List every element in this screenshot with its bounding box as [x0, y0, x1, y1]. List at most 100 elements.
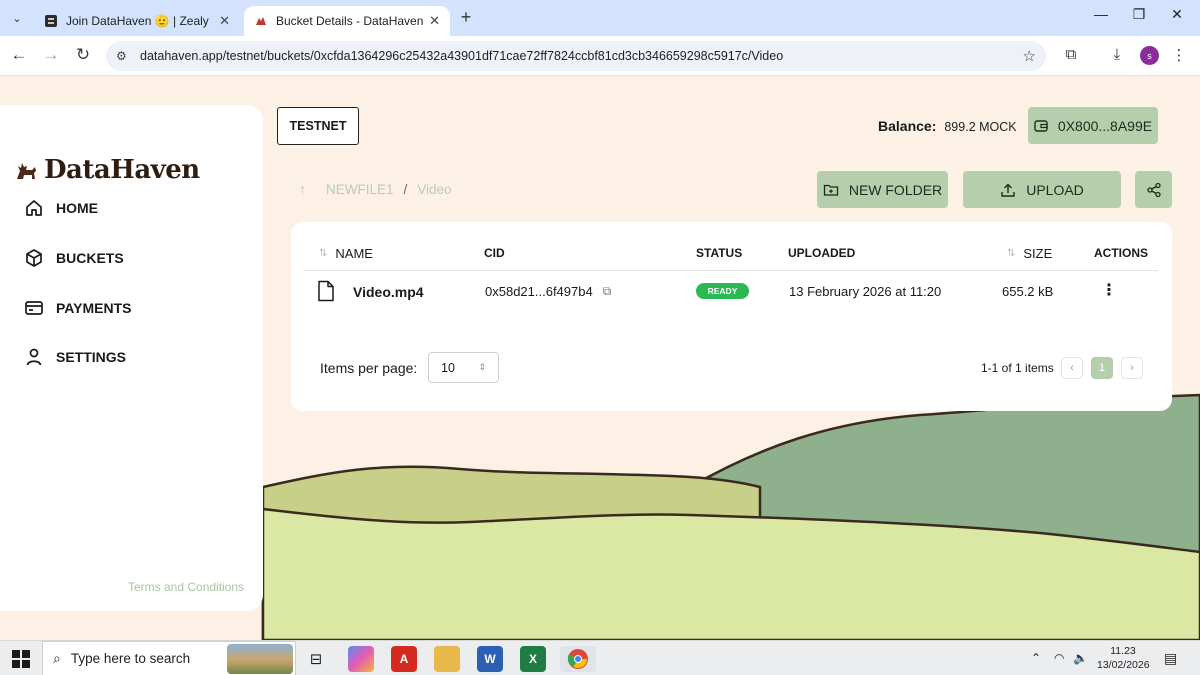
reload-icon[interactable]: ↻ [72, 45, 94, 65]
column-actions: ACTIONS [1094, 246, 1148, 260]
tab-title: Join DataHaven 🫡 | Zealy [66, 14, 209, 28]
items-per-page-label: Items per page: [320, 360, 418, 376]
search-highlight-image [227, 644, 293, 674]
tab-search-chevron-icon[interactable]: ⌄ [6, 7, 28, 29]
pagination-range: 1-1 of 1 items [981, 361, 1054, 375]
minimize-icon[interactable]: — [1086, 6, 1116, 22]
breadcrumb-current: Video [417, 181, 452, 197]
wallet-icon [1034, 119, 1048, 132]
cube-icon [26, 249, 42, 267]
sort-icon[interactable]: ⇅ [319, 248, 327, 259]
url-text[interactable]: datahaven.app/testnet/buckets/0xcfda1364… [140, 49, 1023, 63]
items-per-page-select[interactable]: 10 ⇕ [428, 352, 499, 383]
search-icon: ⌕ [53, 650, 61, 666]
excel-icon[interactable]: X [520, 646, 546, 672]
sidebar: DataHaven HOME BUCKETS PAYMENTS SETTINGS… [0, 105, 263, 611]
share-button[interactable] [1135, 171, 1172, 208]
tab-close-icon[interactable]: ✕ [429, 13, 440, 29]
copilot-icon[interactable] [348, 646, 374, 672]
forward-icon[interactable]: → [40, 45, 62, 65]
breadcrumb-separator: / [403, 181, 408, 197]
home-icon [26, 200, 42, 216]
app-page: DataHaven HOME BUCKETS PAYMENTS SETTINGS… [0, 77, 1200, 640]
notification-icon[interactable]: ▤ [1164, 650, 1177, 667]
chevron-up-icon[interactable]: ⌃ [1031, 651, 1041, 665]
wifi-icon[interactable]: ◠ [1054, 651, 1064, 665]
extensions-icon[interactable]: ⧉ [1060, 46, 1082, 63]
restore-icon[interactable]: ❐ [1124, 6, 1154, 23]
breadcrumb: ↑ NEWFILE1 / Video [299, 181, 452, 197]
taskbar-search[interactable]: ⌕ Type here to search [42, 641, 296, 675]
select-arrows-icon: ⇕ [478, 362, 486, 372]
browser-tab-bar: ⌄ Join DataHaven 🫡 | Zealy ✕ Bucket Deta… [0, 0, 1200, 36]
tab-zealy[interactable]: Join DataHaven 🫡 | Zealy ✕ [34, 6, 240, 36]
network-button[interactable]: TESTNET [277, 107, 359, 145]
close-window-icon[interactable]: ✕ [1162, 6, 1192, 23]
sidebar-item-payments[interactable]: PAYMENTS [24, 298, 131, 318]
sidebar-item-settings[interactable]: SETTINGS [24, 347, 126, 367]
balance-value: 899.2 MOCK [944, 120, 1017, 134]
wallet-address: 0X800...8A99E [1057, 117, 1153, 134]
status-badge: READY [696, 283, 749, 299]
file-uploaded: 13 February 2026 at 11:20 [789, 284, 942, 299]
clock-time: 11.23 [1110, 645, 1136, 657]
task-view-icon[interactable]: ⊟ [303, 646, 329, 672]
page-button-current[interactable]: 1 [1091, 357, 1113, 379]
zealy-favicon-icon [44, 14, 58, 28]
file-name[interactable]: Video.mp4 [353, 284, 424, 300]
bookmark-star-icon[interactable]: ☆ [1023, 47, 1036, 65]
sidebar-item-home[interactable]: HOME [24, 198, 98, 218]
new-tab-icon[interactable]: + [456, 7, 476, 28]
sidebar-item-label: HOME [56, 200, 98, 216]
upload-icon [1001, 183, 1015, 197]
arrow-up-icon[interactable]: ↑ [299, 181, 306, 197]
sidebar-item-label: PAYMENTS [56, 300, 132, 316]
windows-taskbar: ⌕ Type here to search ⊟ A W X ⌃ ◠ 🔈 11.2… [0, 640, 1200, 675]
file-explorer-icon[interactable] [434, 646, 460, 672]
terms-link[interactable]: Terms and Conditions [128, 580, 244, 594]
column-status: STATUS [696, 246, 743, 260]
tab-close-icon[interactable]: ✕ [219, 13, 230, 29]
column-name[interactable]: ⇅ NAME [319, 246, 373, 261]
file-cid: 0x58d21...6f497b4 ⧉ [485, 284, 611, 299]
header-divider [303, 270, 1158, 271]
search-placeholder: Type here to search [70, 651, 191, 666]
browser-menu-icon[interactable]: ⋮ [1168, 46, 1190, 64]
prev-page-button[interactable]: ‹ [1061, 357, 1083, 379]
column-cid: CID [484, 246, 505, 260]
card-icon [25, 301, 43, 315]
sidebar-item-label: SETTINGS [56, 349, 127, 365]
download-icon[interactable]: ⤓ [1106, 46, 1128, 63]
sidebar-item-label: BUCKETS [56, 250, 124, 266]
breadcrumb-parent[interactable]: NEWFILE1 [326, 182, 394, 197]
datahaven-logo[interactable]: DataHaven [14, 155, 200, 185]
acrobat-icon[interactable]: A [391, 646, 417, 672]
more-options-icon[interactable]: ⋮ [1101, 280, 1117, 300]
chrome-icon[interactable] [560, 646, 596, 672]
next-page-button[interactable]: › [1121, 357, 1143, 379]
system-clock[interactable]: 11.23 13/02/2026 [1097, 644, 1150, 672]
balance-label: Balance: [878, 118, 937, 134]
tab-title: Bucket Details - DataHaven App [276, 14, 424, 28]
wallet-button[interactable]: 0X800...8A99E [1028, 107, 1158, 144]
tab-datahaven[interactable]: Bucket Details - DataHaven App ✕ [244, 6, 450, 36]
copy-icon[interactable]: ⧉ [603, 284, 612, 299]
cid-value: 0x58d21...6f497b4 [485, 284, 593, 299]
stag-logo-icon [17, 163, 36, 179]
new-folder-button[interactable]: NEW FOLDER [817, 171, 948, 208]
files-table-card: ⇅ NAME CID STATUS UPLOADED ⇅ SIZE ACTION… [291, 222, 1172, 411]
profile-avatar[interactable]: s [1140, 46, 1159, 65]
browser-toolbar: ← → ↻ ⚙ datahaven.app/testnet/buckets/0x… [0, 36, 1200, 76]
windows-start-icon[interactable] [12, 650, 30, 668]
address-bar[interactable]: ⚙ datahaven.app/testnet/buckets/0xcfda13… [106, 41, 1046, 71]
sidebar-item-buckets[interactable]: BUCKETS [24, 248, 124, 268]
back-icon[interactable]: ← [8, 45, 30, 65]
site-info-icon[interactable]: ⚙ [116, 49, 130, 63]
volume-icon[interactable]: 🔈 [1073, 651, 1088, 665]
word-icon[interactable]: W [477, 646, 503, 672]
column-size[interactable]: ⇅ SIZE [1007, 246, 1052, 261]
items-per-page-value: 10 [441, 360, 455, 375]
balance-display: Balance: 899.2 MOCK [878, 118, 1017, 134]
upload-button[interactable]: UPLOAD [963, 171, 1121, 208]
sort-icon[interactable]: ⇅ [1007, 248, 1015, 259]
